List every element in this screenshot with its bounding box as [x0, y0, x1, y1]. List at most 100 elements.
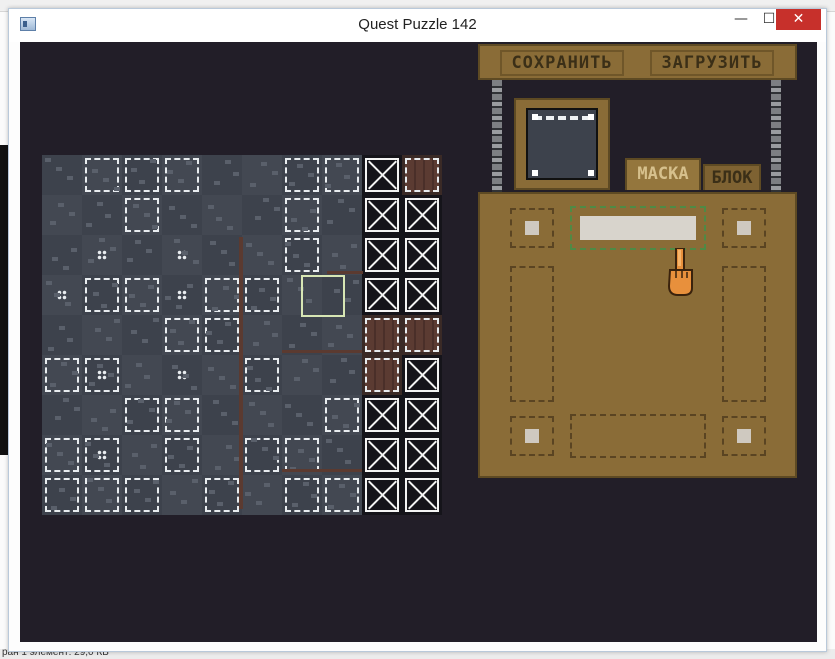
stone-tile[interactable] — [282, 315, 322, 355]
stone-tile[interactable] — [202, 235, 242, 275]
stone-tile[interactable] — [242, 155, 282, 195]
stone-tile[interactable] — [42, 475, 82, 515]
stone-tile[interactable] — [242, 435, 282, 475]
stone-tile[interactable] — [242, 315, 282, 355]
tab-mask[interactable]: МАСКА — [625, 158, 701, 190]
crate-tile[interactable] — [362, 395, 402, 435]
stone-tile[interactable] — [42, 155, 82, 195]
stone-tile[interactable] — [242, 275, 282, 315]
stone-tile[interactable] — [202, 475, 242, 515]
stone-tile[interactable] — [82, 315, 122, 355]
stone-tile[interactable] — [82, 155, 122, 195]
stone-tile[interactable] — [122, 155, 162, 195]
wood-tile[interactable] — [402, 155, 442, 195]
wood-tile[interactable] — [402, 315, 442, 355]
stone-tile[interactable] — [82, 275, 122, 315]
stone-tile[interactable] — [242, 195, 282, 235]
stone-tile[interactable] — [322, 235, 362, 275]
stone-tile[interactable] — [202, 315, 242, 355]
close-button[interactable]: ✕ — [776, 9, 821, 30]
crate-tile[interactable] — [402, 235, 442, 275]
stone-tile[interactable] — [122, 195, 162, 235]
stone-tile[interactable] — [162, 475, 202, 515]
stone-tile[interactable] — [122, 395, 162, 435]
stone-tile[interactable] — [162, 395, 202, 435]
stone-tile[interactable] — [202, 155, 242, 195]
mask-slot-top-right[interactable] — [722, 208, 766, 248]
crate-tile[interactable] — [402, 395, 442, 435]
puzzle-map[interactable] — [42, 155, 442, 515]
tab-block[interactable]: БЛОК — [703, 164, 761, 190]
stone-tile[interactable] — [42, 235, 82, 275]
crate-tile[interactable] — [362, 235, 402, 275]
stone-tile[interactable] — [162, 315, 202, 355]
stone-tile[interactable] — [202, 195, 242, 235]
crate-tile[interactable] — [362, 435, 402, 475]
stone-tile[interactable] — [122, 275, 162, 315]
stone-tile[interactable] — [122, 475, 162, 515]
stone-tile[interactable] — [282, 155, 322, 195]
crate-tile[interactable] — [402, 355, 442, 395]
stone-tile[interactable] — [202, 435, 242, 475]
crate-tile[interactable] — [402, 195, 442, 235]
mask-slot-bottom-right[interactable] — [722, 416, 766, 456]
stone-tile[interactable] — [322, 395, 362, 435]
crate-tile[interactable] — [402, 435, 442, 475]
mask-slot-bottom[interactable] — [570, 414, 706, 458]
stone-tile[interactable] — [202, 355, 242, 395]
wood-tile[interactable] — [362, 315, 402, 355]
stone-tile[interactable] — [162, 195, 202, 235]
stone-tile[interactable] — [122, 435, 162, 475]
wood-tile[interactable] — [362, 355, 402, 395]
mask-slot-left[interactable] — [510, 266, 554, 402]
stone-tile[interactable] — [282, 235, 322, 275]
game-canvas[interactable]: СОХРАНИТЬ ЗАГРУЗИТЬ МАСКА БЛОК — [20, 42, 817, 642]
title-bar[interactable]: Quest Puzzle 142 — ☐ ✕ — [9, 9, 826, 42]
stone-tile[interactable] — [322, 155, 362, 195]
stone-tile[interactable] — [42, 395, 82, 435]
crate-tile[interactable] — [362, 475, 402, 515]
stone-tile[interactable] — [42, 275, 82, 315]
stone-tile[interactable] — [282, 395, 322, 435]
crate-tile[interactable] — [362, 155, 402, 195]
save-button[interactable]: СОХРАНИТЬ — [500, 50, 624, 76]
stone-tile[interactable] — [122, 315, 162, 355]
stone-tile[interactable] — [162, 435, 202, 475]
stone-tile[interactable] — [82, 235, 122, 275]
stone-tile[interactable] — [242, 235, 282, 275]
stone-tile[interactable] — [42, 435, 82, 475]
stone-tile[interactable] — [82, 395, 122, 435]
stone-tile[interactable] — [282, 355, 322, 395]
stone-tile[interactable] — [202, 275, 242, 315]
crate-tile[interactable] — [362, 275, 402, 315]
stone-tile[interactable] — [202, 395, 242, 435]
stone-tile[interactable] — [42, 315, 82, 355]
load-button[interactable]: ЗАГРУЗИТЬ — [650, 50, 774, 76]
stone-tile[interactable] — [82, 355, 122, 395]
mask-slot-bottom-left[interactable] — [510, 416, 554, 456]
stone-tile[interactable] — [322, 315, 362, 355]
mask-slot-right[interactable] — [722, 266, 766, 402]
stone-tile[interactable] — [122, 355, 162, 395]
stone-tile[interactable] — [322, 195, 362, 235]
stone-tile[interactable] — [322, 475, 362, 515]
stone-tile[interactable] — [242, 475, 282, 515]
stone-tile[interactable] — [162, 275, 202, 315]
stone-tile[interactable] — [162, 355, 202, 395]
stone-tile[interactable] — [322, 355, 362, 395]
stone-tile[interactable] — [82, 435, 122, 475]
stone-tile[interactable] — [282, 195, 322, 235]
minimize-button[interactable]: — — [727, 9, 755, 30]
crate-tile[interactable] — [402, 475, 442, 515]
stone-tile[interactable] — [162, 155, 202, 195]
stone-tile[interactable] — [282, 475, 322, 515]
stone-tile[interactable] — [122, 235, 162, 275]
stone-tile[interactable] — [242, 355, 282, 395]
stone-tile[interactable] — [42, 355, 82, 395]
stone-tile[interactable] — [42, 195, 82, 235]
stone-tile[interactable] — [82, 195, 122, 235]
stone-tile[interactable] — [162, 235, 202, 275]
crate-tile[interactable] — [402, 275, 442, 315]
stone-tile[interactable] — [242, 395, 282, 435]
stone-tile[interactable] — [82, 475, 122, 515]
